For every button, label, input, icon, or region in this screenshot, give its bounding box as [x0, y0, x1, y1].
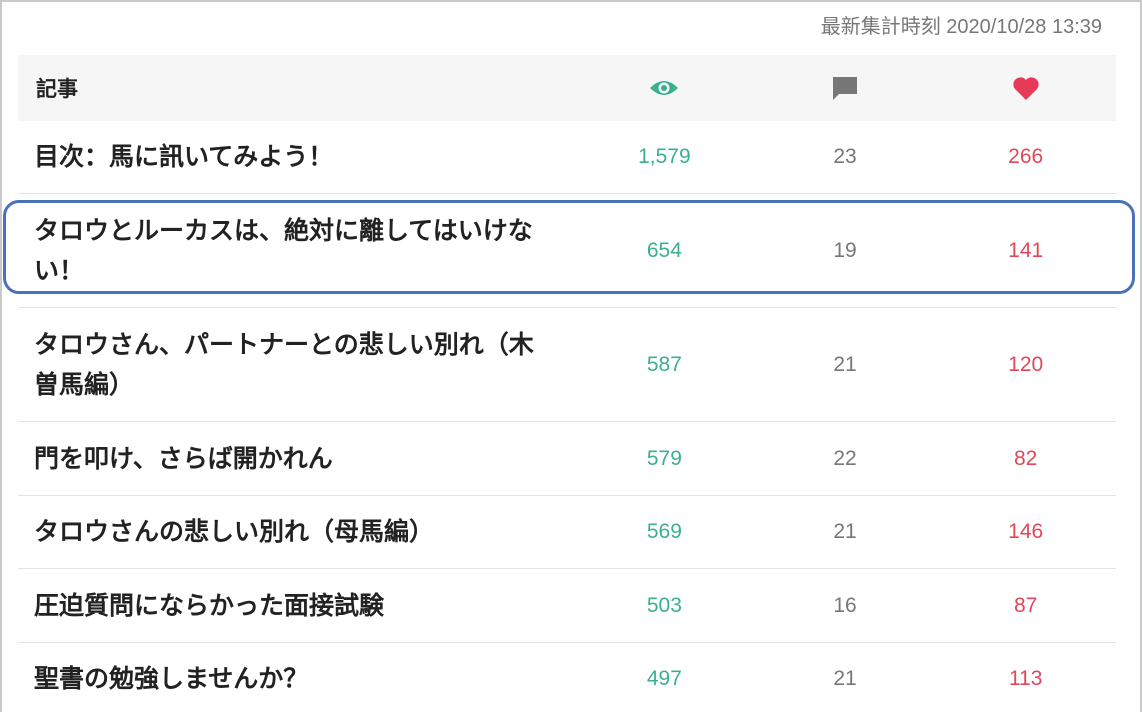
view-count: 579 — [646, 446, 682, 470]
article-title-link[interactable]: タロウさん、パートナーとの悲しい別れ（木曽馬編） — [18, 325, 574, 405]
table-row[interactable]: 目次：馬に訊いてみよう！ 1,579 23 266 — [18, 121, 1116, 194]
article-title-link[interactable]: 聖書の勉強しませんか？ — [18, 659, 574, 699]
article-title-link[interactable]: 門を叩け、さらば開かれん — [18, 439, 574, 479]
view-count: 497 — [646, 667, 682, 690]
comment-count: 23 — [833, 145, 857, 168]
like-count: 82 — [1014, 446, 1038, 470]
view-count: 654 — [646, 238, 682, 262]
like-count: 266 — [1008, 145, 1044, 168]
view-count: 587 — [646, 352, 682, 376]
article-title-link[interactable]: 目次：馬に訊いてみよう！ — [18, 137, 574, 177]
view-count: 569 — [646, 520, 682, 543]
table-row[interactable]: 聖書の勉強しませんか？ 497 21 113 — [18, 643, 1116, 715]
last-updated-timestamp: 最新集計時刻 2020/10/28 13:39 — [820, 16, 1102, 38]
article-title-link[interactable]: 圧迫質問にならかった面接試験 — [18, 586, 574, 626]
comment-count: 22 — [833, 446, 857, 470]
table-row[interactable]: 圧迫質問にならかった面接試験 503 16 87 — [18, 569, 1116, 643]
comment-count: 21 — [833, 520, 857, 543]
article-ranking-table: 記事 目次：馬に訊いてみよう！ 1,579 23 266 タロウとルーカスは、絶… — [18, 55, 1116, 715]
eye-icon — [574, 78, 755, 98]
table-row[interactable]: 門を叩け、さらば開かれん 579 22 82 — [18, 422, 1116, 496]
comment-count: 19 — [833, 238, 857, 262]
heart-icon — [935, 76, 1116, 101]
comment-count: 21 — [833, 667, 857, 690]
comment-icon — [755, 75, 936, 101]
like-count: 113 — [1008, 667, 1043, 690]
table-header: 記事 — [18, 55, 1116, 121]
comment-count: 16 — [833, 593, 857, 617]
like-count: 146 — [1008, 520, 1044, 543]
like-count: 141 — [1008, 238, 1044, 262]
article-title-link[interactable]: タロウさんの悲しい別れ（母馬編） — [18, 512, 574, 552]
table-row[interactable]: タロウさん、パートナーとの悲しい別れ（木曽馬編） 587 21 120 — [18, 308, 1116, 422]
table-row[interactable]: タロウとルーカスは、絶対に離してはいけない！ 654 19 141 — [18, 194, 1116, 308]
article-column-header: 記事 — [36, 77, 78, 101]
like-count: 120 — [1008, 352, 1044, 376]
comment-count: 21 — [833, 352, 857, 376]
article-title-link[interactable]: タロウとルーカスは、絶対に離してはいけない！ — [18, 211, 574, 291]
table-row[interactable]: タロウさんの悲しい別れ（母馬編） 569 21 146 — [18, 496, 1116, 569]
view-count: 1,579 — [638, 145, 691, 168]
view-count: 503 — [646, 593, 682, 617]
like-count: 87 — [1014, 593, 1038, 617]
